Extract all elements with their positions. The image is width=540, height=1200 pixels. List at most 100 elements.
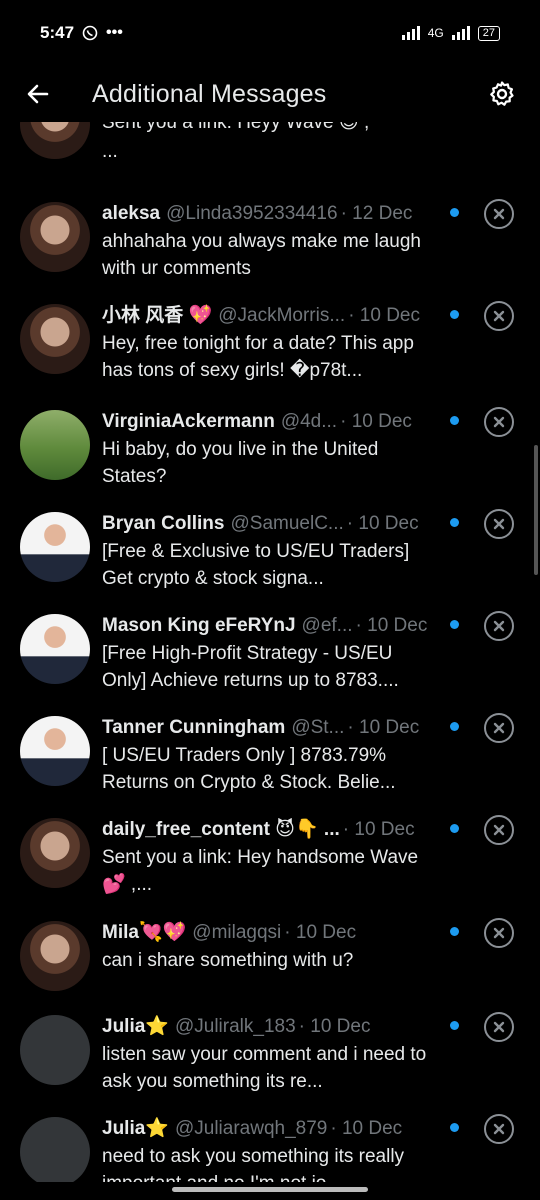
home-indicator[interactable] [172, 1187, 368, 1192]
message-content: daily_free_content 😈👇 ... · 10 Dec Sent y… [102, 818, 432, 898]
dismiss-button[interactable] [484, 815, 514, 845]
message-timestamp: · 10 Dec [348, 305, 420, 326]
sender-name[interactable]: 小林 风香 💖 [102, 304, 212, 328]
message-request-row[interactable]: Julia⭐ @Juliralk_183 · 10 Dec listen saw y… [0, 1012, 540, 1117]
more-notifications-icon: ••• [106, 24, 123, 41]
close-icon [493, 722, 505, 734]
message-preview: can i share something with u? [102, 950, 354, 971]
sender-name[interactable]: aleksa [102, 202, 160, 226]
avatar[interactable] [20, 512, 90, 582]
avatar[interactable] [20, 614, 90, 684]
network-type: 4G [427, 26, 444, 40]
message-request-row[interactable]: daily_free_content 😈👇 ... · 10 Dec Sent y… [0, 815, 540, 920]
message-timestamp: · 10 Dec [330, 1118, 403, 1139]
dismiss-button[interactable] [484, 611, 514, 641]
settings-button[interactable] [482, 74, 522, 114]
message-preview-continued: ... [102, 141, 118, 162]
sender-name[interactable]: Mila💘💖 [102, 921, 186, 945]
dismiss-button[interactable] [484, 918, 514, 948]
message-preview: Sent you a link: Hey handsome Wave 💕 ,..… [102, 847, 419, 895]
message-header: Tanner Cunningham @St... · 10 Dec [102, 716, 432, 740]
dismiss-button[interactable] [484, 199, 514, 229]
avatar[interactable] [20, 1015, 90, 1085]
avatar[interactable] [20, 304, 90, 374]
battery-icon: 27 [477, 25, 500, 41]
close-icon [493, 518, 505, 530]
message-request-row[interactable]: Mila💘💖 @milagqsi · 10 Dec can i share some… [0, 918, 540, 1023]
close-icon [493, 1021, 505, 1033]
app-header: Additional Messages [0, 66, 540, 122]
message-content: Mason King eFeRYnJ @ef... · 10 Dec [Free H… [102, 614, 432, 694]
whatsapp-icon [82, 25, 98, 41]
sender-name[interactable]: Julia⭐ [102, 1117, 169, 1141]
sender-name[interactable]: Bryan Collins [102, 512, 224, 536]
sender-name[interactable]: Julia⭐ [102, 1015, 169, 1039]
sender-name[interactable]: VirginiaAckermann [102, 410, 275, 434]
message-timestamp: · 10 Dec [284, 922, 357, 943]
message-request-row[interactable]: aleksa @Linda3952334416 · 12 Dec ahhahaha … [0, 199, 540, 304]
message-content: Julia⭐ @Juliralk_183 · 10 Dec listen saw y… [102, 1015, 432, 1095]
close-icon [493, 1123, 505, 1135]
arrow-left-icon [27, 84, 49, 104]
status-time: 5:47 [40, 23, 75, 42]
message-header: Mila💘💖 @milagqsi · 10 Dec [102, 921, 432, 945]
avatar[interactable] [20, 410, 90, 480]
message-request-row[interactable]: Tanner Cunningham @St... · 10 Dec [ US/EU … [0, 713, 540, 818]
message-header: aleksa @Linda3952334416 · 12 Dec [102, 202, 432, 226]
back-button[interactable] [18, 74, 58, 114]
message-request-row[interactable]: VirginiaAckermann @4d... · 10 Dec Hi baby,… [0, 407, 540, 512]
sender-handle: @Juliralk_183 [174, 1016, 296, 1037]
scrollbar[interactable] [534, 445, 538, 575]
message-timestamp: · 10 Dec [355, 615, 428, 636]
status-left: 5:47 ••• [40, 23, 123, 43]
message-request-row[interactable]: Sent you a link: Heyy Wave 😍 ,... [0, 92, 540, 209]
unread-indicator [450, 518, 459, 527]
page-title: Additional Messages [92, 79, 327, 108]
unread-indicator [450, 416, 459, 425]
message-timestamp: · 10 Dec [347, 717, 420, 738]
message-content: Bryan Collins @SamuelC... · 10 Dec [Free &… [102, 512, 432, 592]
message-header: VirginiaAckermann @4d... · 10 Dec [102, 410, 432, 434]
message-content: VirginiaAckermann @4d... · 10 Dec Hi baby,… [102, 410, 432, 490]
close-icon [493, 927, 505, 939]
avatar[interactable] [20, 716, 90, 786]
unread-indicator [450, 927, 459, 936]
message-request-row[interactable]: Mason King eFeRYnJ @ef... · 10 Dec [Free H… [0, 611, 540, 716]
unread-indicator [450, 1123, 459, 1132]
dismiss-button[interactable] [484, 407, 514, 437]
message-timestamp: · 12 Dec [340, 203, 413, 224]
close-icon [493, 824, 505, 836]
unread-indicator [450, 1021, 459, 1030]
message-request-row[interactable]: Bryan Collins @SamuelC... · 10 Dec [Free &… [0, 509, 540, 614]
signal-icon [401, 26, 420, 40]
close-icon [493, 310, 505, 322]
message-header: Julia⭐ @Juliralk_183 · 10 Dec [102, 1015, 432, 1039]
dismiss-button[interactable] [484, 1114, 514, 1144]
message-request-list[interactable]: Sent you a link: Heyy Wave 😍 ,... aleksa @… [0, 92, 540, 1182]
dismiss-button[interactable] [484, 1012, 514, 1042]
unread-indicator [450, 208, 459, 217]
unread-indicator [450, 620, 459, 629]
sender-handle: @Linda3952334416 [166, 203, 338, 224]
message-preview: [ US/EU Traders Only ] 8783.79% Returns … [102, 745, 396, 793]
message-request-row[interactable]: 小林 风香 💖 @JackMorris... · 10 Dec Hey, free … [0, 301, 540, 406]
dismiss-button[interactable] [484, 509, 514, 539]
sender-name[interactable]: daily_free_content 😈👇 ... [102, 818, 340, 842]
message-request-row[interactable]: Julia⭐ @Juliarawqh_879 · 10 Dec need to as… [0, 1114, 540, 1182]
dismiss-button[interactable] [484, 713, 514, 743]
message-preview: need to ask you something its really imp… [102, 1146, 405, 1182]
sender-handle: @ef... [301, 615, 353, 636]
message-preview: [Free & Exclusive to US/EU Traders] Get … [102, 541, 410, 589]
avatar[interactable] [20, 202, 90, 272]
message-preview: [Free High-Profit Strategy - US/EU Only]… [102, 643, 399, 691]
sender-name[interactable]: Tanner Cunningham [102, 716, 285, 740]
avatar[interactable] [20, 818, 90, 888]
message-preview: listen saw your comment and i need to as… [102, 1044, 427, 1092]
sender-name[interactable]: Mason King eFeRYnJ [102, 614, 296, 638]
dismiss-button[interactable] [484, 301, 514, 331]
avatar[interactable] [20, 921, 90, 991]
message-timestamp: · 10 Dec [342, 819, 415, 840]
sender-handle: @Juliarawqh_879 [174, 1118, 328, 1139]
unread-indicator [450, 722, 459, 731]
avatar[interactable] [20, 1117, 90, 1182]
